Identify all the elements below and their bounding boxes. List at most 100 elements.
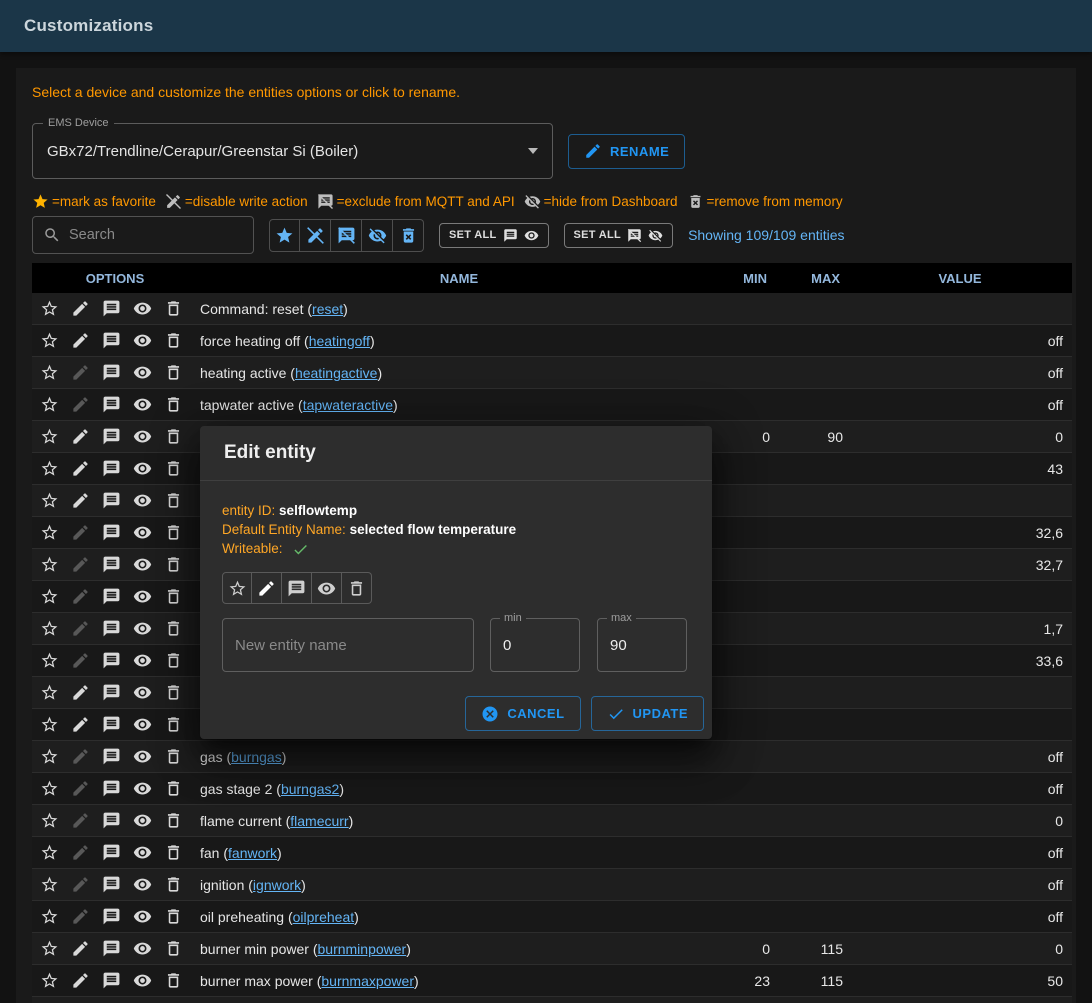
entity-id-link[interactable]: burngas2: [281, 781, 339, 797]
table-row[interactable]: heating active (heatingactive) off: [32, 357, 1072, 389]
entity-toggle-delete[interactable]: [342, 572, 372, 604]
entity-name: ignition (: [200, 877, 253, 893]
trash-icon: [164, 939, 183, 958]
max-cell: 115: [775, 973, 848, 989]
search-icon: [43, 226, 61, 244]
comment-icon: [102, 459, 121, 478]
trash-icon: [164, 907, 183, 926]
entity-id-link[interactable]: reset: [312, 301, 343, 317]
table-row[interactable]: gas stage 2 (burngas2) off: [32, 773, 1072, 805]
value-cell: off: [848, 749, 1072, 765]
max-field[interactable]: max: [597, 618, 687, 672]
table-row[interactable]: burner max power (burnmaxpower) 23 115 5…: [32, 965, 1072, 997]
entity-id-link[interactable]: heatingactive: [295, 365, 378, 381]
eye-icon: [133, 683, 152, 702]
delete-forever-icon: [399, 226, 418, 245]
dialog-fields: min max: [222, 618, 690, 672]
writeable-pencil-icon-wrap: [65, 491, 96, 510]
table-row[interactable]: oil preheating (oilpreheat) off: [32, 901, 1072, 933]
favorite-star-icon-wrap: [34, 427, 65, 446]
entity-toggle-edit[interactable]: [252, 572, 282, 604]
entity-name: burner max power (: [200, 973, 321, 989]
table-row[interactable]: ignition (ignwork) off: [32, 869, 1072, 901]
table-row[interactable]: burner min power (burnminpower) 0 115 0: [32, 933, 1072, 965]
new-entity-name-field[interactable]: [222, 618, 474, 672]
max-input[interactable]: [610, 637, 674, 654]
favorite-star-icon-wrap: [34, 619, 65, 638]
table-row[interactable]: fan (fanwork) off: [32, 837, 1072, 869]
favorite-star-icon-wrap: [34, 331, 65, 350]
entity-id-link[interactable]: burnmaxpower: [321, 973, 414, 989]
edit-icon: [71, 395, 90, 414]
filter-toggle-eye-off[interactable]: [362, 219, 393, 252]
trash-icon: [164, 587, 183, 606]
entity-name-paren: ): [414, 973, 419, 989]
entity-id-link[interactable]: burngas: [231, 749, 282, 765]
set-all-button-1[interactable]: SET ALL: [439, 223, 549, 248]
filter-toggle-comment-off[interactable]: [331, 219, 362, 252]
trash-icon: [164, 619, 183, 638]
writeable-pencil-icon-wrap: [65, 683, 96, 702]
entity-id-link[interactable]: fanwork: [228, 845, 277, 861]
entity-toggle-star-outline[interactable]: [222, 572, 252, 604]
star-icon: [40, 491, 59, 510]
trash-icon: [164, 555, 183, 574]
eye-icon: [133, 427, 152, 446]
edit-icon: [71, 651, 90, 670]
table-row[interactable]: flame current (flamecurr) 0: [32, 805, 1072, 837]
entity-toggle-comment[interactable]: [282, 572, 312, 604]
favorite-star-icon-wrap: [34, 811, 65, 830]
entity-id-link[interactable]: tapwateractive: [303, 397, 393, 413]
filter-toggle-star[interactable]: [269, 219, 300, 252]
favorite-star-icon-wrap: [34, 587, 65, 606]
table-row[interactable]: force heating off (heatingoff) off: [32, 325, 1072, 357]
entity-id-link[interactable]: oilpreheat: [293, 909, 355, 925]
value-cell: 0: [848, 941, 1072, 957]
row-options: [32, 555, 198, 574]
cancel-button[interactable]: CANCEL: [465, 696, 580, 731]
eye-icon: [133, 363, 152, 382]
comment-icon: [287, 579, 306, 598]
check-icon: [607, 705, 625, 723]
rename-button[interactable]: RENAME: [568, 134, 685, 169]
table-row[interactable]: [32, 997, 1072, 1003]
search-box[interactable]: [32, 216, 254, 254]
comment-icon: [102, 683, 121, 702]
entity-name-cell: burner max power (burnmaxpower): [198, 973, 720, 989]
favorite-star-icon-wrap: [34, 747, 65, 766]
table-row[interactable]: Command: reset (reset): [32, 293, 1072, 325]
entity-name-cell: heating active (heatingactive): [198, 365, 720, 381]
filter-toggle-edit-off[interactable]: [300, 219, 331, 252]
edit-icon: [71, 331, 90, 350]
filter-toggle-delete-forever[interactable]: [393, 219, 424, 252]
row-options: [32, 939, 198, 958]
legend-text: =hide from Dashboard: [544, 194, 678, 209]
table-row[interactable]: tapwater active (tapwateractive) off: [32, 389, 1072, 421]
eye-icon: [133, 843, 152, 862]
visibility-eye-icon-wrap: [127, 907, 158, 926]
value-cell: off: [848, 909, 1072, 925]
edit-entity-dialog: Edit entity entity ID: selflowtemp Defau…: [200, 426, 712, 739]
update-button[interactable]: UPDATE: [591, 696, 704, 731]
entity-id-link[interactable]: heatingoff: [309, 333, 370, 349]
search-input[interactable]: [69, 227, 243, 243]
entity-name: force heating off (: [200, 333, 309, 349]
star-icon: [40, 651, 59, 670]
star-icon: [40, 395, 59, 414]
entity-toggle-eye[interactable]: [312, 572, 342, 604]
ems-device-select[interactable]: EMS Device GBx72/Trendline/Cerapur/Green…: [32, 123, 553, 179]
table-row[interactable]: gas (burngas) off: [32, 741, 1072, 773]
min-field[interactable]: min: [490, 618, 580, 672]
new-entity-name-input[interactable]: [235, 637, 461, 654]
min-input[interactable]: [503, 637, 567, 654]
set-all-button-2[interactable]: SET ALL: [564, 223, 674, 248]
value-cell: off: [848, 397, 1072, 413]
entity-id-link[interactable]: ignwork: [253, 877, 301, 893]
entity-id-link[interactable]: burnminpower: [318, 941, 407, 957]
entity-id-label: entity ID:: [222, 503, 275, 518]
mqtt-comment-icon-wrap: [96, 491, 127, 510]
trash-icon: [164, 811, 183, 830]
legend-item: =disable write action: [165, 193, 308, 210]
entity-id-link[interactable]: flamecurr: [290, 813, 348, 829]
edit-icon: [71, 491, 90, 510]
